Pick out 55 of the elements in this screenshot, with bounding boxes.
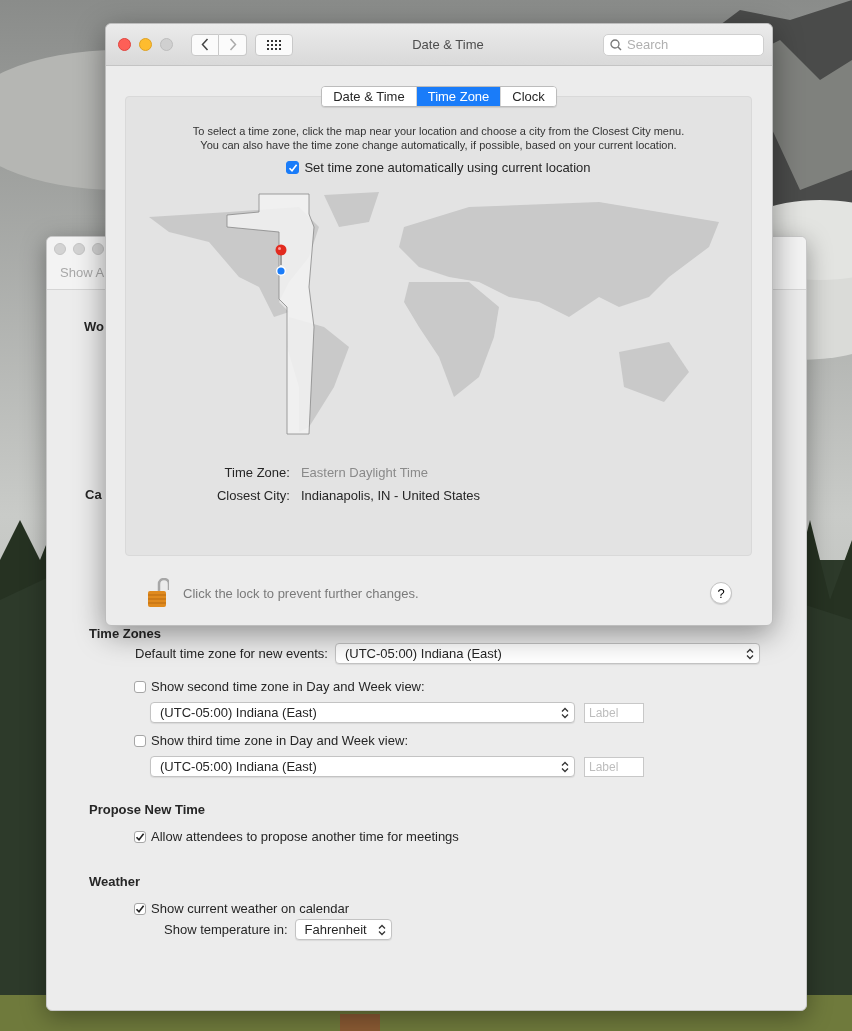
instruction-text: You can also have the time zone change automatically, if possible, based on your current location.	[200, 138, 677, 152]
location-pin-icon	[274, 244, 287, 266]
checkbox[interactable]	[134, 680, 146, 693]
minimize-button[interactable]	[73, 243, 85, 255]
zoom-button[interactable]	[92, 243, 104, 255]
info-label: Time Zone:	[223, 465, 290, 480]
info-label: Closest City:	[216, 488, 290, 503]
unlocked-padlock-icon[interactable]	[147, 578, 169, 608]
tab[interactable]: Time Zone	[415, 87, 501, 106]
checkbox-label: Show second time zone in Day and Week view:	[151, 679, 425, 694]
zoom-button[interactable]	[160, 38, 173, 51]
checkbox-label: Allow attendees to propose another time for meetings	[151, 829, 459, 844]
chevron-right-icon	[228, 38, 237, 51]
label-field[interactable]: Label	[584, 756, 644, 777]
section-heading: Propose New Time	[89, 802, 206, 817]
info-value: Indianapolis, IN - United States	[300, 488, 481, 503]
checkbox[interactable]	[134, 902, 146, 915]
search-field[interactable]: Search	[603, 33, 764, 56]
temperature-dropdown[interactable]: Fahrenheit	[294, 919, 392, 940]
time-zone-dropdown[interactable]: (UTC-05:00) Indiana (East)	[150, 756, 575, 777]
show-all-button[interactable]	[255, 33, 293, 56]
window-title: Date & Time	[411, 37, 485, 52]
back-button[interactable]	[191, 33, 219, 56]
up-down-chevron-icon	[561, 706, 569, 719]
close-button[interactable]	[118, 38, 131, 51]
minimize-button[interactable]	[139, 38, 152, 51]
field-label: Default time zone for new events:	[135, 646, 328, 661]
section-heading: Wo	[84, 319, 104, 334]
time-zone-dropdown[interactable]: (UTC-05:00) Indiana (East)	[334, 643, 760, 664]
label-field[interactable]: Label	[584, 702, 644, 723]
tab[interactable]: Clock	[500, 87, 556, 106]
instruction-text: To select a time zone, click the map near your location and choose a city from the Closest City menu.	[192, 124, 685, 138]
section-heading: Ca	[85, 487, 102, 502]
up-down-chevron-icon	[745, 647, 754, 660]
up-down-chevron-icon	[377, 923, 386, 936]
tab[interactable]: Date & Time	[322, 87, 416, 106]
grid-icon	[267, 39, 281, 50]
time-zone-dropdown[interactable]: (UTC-05:00) Indiana (East)	[150, 702, 575, 723]
checkbox[interactable]	[134, 830, 146, 843]
search-icon	[610, 38, 622, 51]
close-button[interactable]	[54, 243, 66, 255]
checkbox[interactable]	[134, 734, 146, 747]
checkbox-label: Show current weather on calendar	[151, 901, 349, 916]
lock-hint-text: Click the lock to prevent further changes.	[183, 585, 420, 601]
chevron-left-icon	[201, 38, 209, 51]
up-down-chevron-icon	[561, 760, 569, 773]
checkbox[interactable]	[286, 161, 300, 174]
location-dot	[275, 266, 286, 276]
checkbox-label: Set time zone automatically using current location	[304, 160, 591, 175]
checkbox-label: Show third time zone in Day and Week view:	[151, 733, 408, 748]
section-heading: Time Zones	[89, 626, 161, 641]
section-heading: Weather	[89, 874, 141, 889]
field-label: Show temperature in:	[164, 922, 288, 937]
help-button[interactable]: ?	[710, 582, 732, 604]
info-value: Eastern Daylight Time	[300, 465, 430, 480]
